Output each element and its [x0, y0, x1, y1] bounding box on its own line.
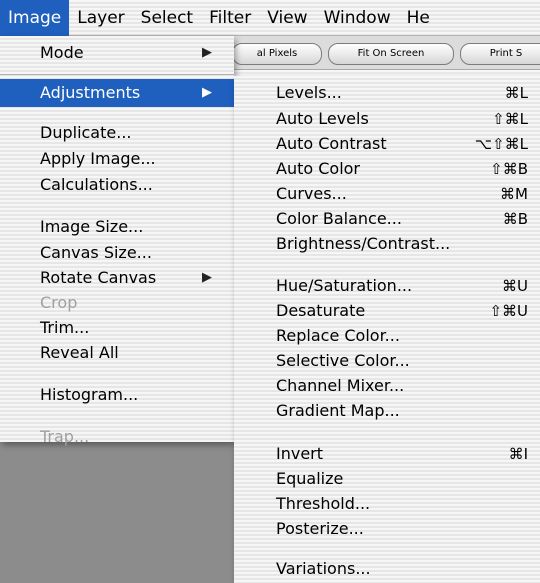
- menu-item-label: Auto Levels: [276, 109, 369, 128]
- menu-item-shortcut: ⌘I: [508, 445, 528, 463]
- menu-item-selective-color[interactable]: Selective Color...: [234, 348, 540, 374]
- menu-item-posterize[interactable]: Posterize...: [234, 516, 540, 542]
- menu-layer[interactable]: Layer: [69, 0, 132, 36]
- menu-help[interactable]: He: [399, 0, 438, 36]
- menu-item-auto-levels[interactable]: Auto Levels ⇧⌘L: [234, 106, 540, 132]
- menu-item-rotate-canvas[interactable]: Rotate Canvas ▶: [0, 265, 234, 291]
- menu-item-label: Auto Contrast: [276, 134, 387, 153]
- menu-item-shortcut: ⇧⌘B: [490, 160, 528, 178]
- menu-item-label: Trim...: [40, 318, 90, 337]
- menu-item-crop: Crop: [0, 290, 234, 316]
- menu-item-label: Calculations...: [40, 175, 153, 194]
- menu-item-image-size[interactable]: Image Size...: [0, 214, 234, 240]
- menu-item-gradient-map[interactable]: Gradient Map...: [234, 398, 540, 424]
- print-size-button[interactable]: Print S: [460, 43, 540, 65]
- menu-item-label: Rotate Canvas: [40, 268, 157, 287]
- menu-item-invert[interactable]: Invert ⌘I: [234, 441, 540, 467]
- menu-window[interactable]: Window: [316, 0, 399, 36]
- menu-item-curves[interactable]: Curves... ⌘M: [234, 181, 540, 207]
- menu-item-label: Replace Color...: [276, 326, 400, 345]
- menu-item-shortcut: ⌥⇧⌘L: [474, 135, 528, 153]
- submenu-arrow-icon: ▶: [202, 85, 212, 100]
- menu-item-histogram[interactable]: Histogram...: [0, 382, 234, 408]
- menu-item-label: Brightness/Contrast...: [276, 234, 451, 253]
- menu-item-label: Apply Image...: [40, 149, 156, 168]
- menu-item-trim[interactable]: Trim...: [0, 315, 234, 341]
- menu-item-label: Color Balance...: [276, 209, 402, 228]
- menu-item-label: Equalize: [276, 469, 344, 488]
- menu-item-shortcut: ⌘L: [504, 84, 528, 102]
- menu-item-apply-image[interactable]: Apply Image...: [0, 146, 234, 172]
- menu-select[interactable]: Select: [133, 0, 201, 36]
- actual-pixels-button[interactable]: al Pixels: [232, 43, 322, 65]
- menu-item-shortcut: ⌘B: [502, 210, 528, 228]
- menu-item-label: Curves...: [276, 184, 347, 203]
- menu-item-label: Variations...: [276, 559, 371, 578]
- menu-item-calculations[interactable]: Calculations...: [0, 172, 234, 198]
- menu-item-label: Reveal All: [40, 343, 119, 362]
- menu-item-reveal-all[interactable]: Reveal All: [0, 340, 234, 366]
- menu-item-hue-saturation[interactable]: Hue/Saturation... ⌘U: [234, 273, 540, 299]
- menu-item-label: Adjustments: [40, 83, 141, 102]
- menu-item-variations[interactable]: Variations...: [234, 556, 540, 582]
- fit-on-screen-button[interactable]: Fit On Screen: [328, 43, 454, 65]
- image-menu: Mode ▶ Adjustments ▶ Duplicate... Apply …: [0, 36, 234, 446]
- menu-filter[interactable]: Filter: [201, 0, 259, 36]
- menu-item-brightness-contrast[interactable]: Brightness/Contrast...: [234, 231, 540, 257]
- menu-item-label: Hue/Saturation...: [276, 276, 413, 295]
- submenu-arrow-icon: ▶: [202, 45, 212, 60]
- menu-item-label: Trap...: [40, 427, 90, 446]
- menu-item-threshold[interactable]: Threshold...: [234, 491, 540, 517]
- menu-item-levels[interactable]: Levels... ⌘L: [234, 80, 540, 106]
- menu-item-auto-contrast[interactable]: Auto Contrast ⌥⇧⌘L: [234, 131, 540, 157]
- menu-item-auto-color[interactable]: Auto Color ⇧⌘B: [234, 156, 540, 182]
- menu-item-label: Posterize...: [276, 519, 364, 538]
- menu-item-label: Gradient Map...: [276, 401, 400, 420]
- menu-item-label: Mode: [40, 43, 84, 62]
- menu-item-label: Duplicate...: [40, 123, 132, 142]
- menu-item-label: Levels...: [276, 83, 342, 102]
- menu-item-label: Auto Color: [276, 159, 361, 178]
- adjustments-submenu: Levels... ⌘L Auto Levels ⇧⌘L Auto Contra…: [234, 76, 540, 583]
- menu-item-channel-mixer[interactable]: Channel Mixer...: [234, 373, 540, 399]
- menu-image[interactable]: Image: [0, 0, 70, 36]
- menu-item-adjustments[interactable]: Adjustments ▶: [0, 79, 234, 107]
- menu-item-shortcut: ⌘U: [502, 277, 528, 295]
- menu-item-shortcut: ⇧⌘L: [492, 110, 528, 128]
- menu-item-label: Invert: [276, 444, 324, 463]
- menu-item-label: Histogram...: [40, 385, 139, 404]
- menu-item-shortcut: ⌘M: [500, 185, 528, 203]
- menu-item-desaturate[interactable]: Desaturate ⇧⌘U: [234, 298, 540, 324]
- menu-item-label: Crop: [40, 293, 78, 312]
- submenu-arrow-icon: ▶: [202, 270, 212, 285]
- menu-item-trap: Trap...: [0, 424, 234, 450]
- menu-separator: [0, 74, 234, 75]
- menu-view[interactable]: View: [259, 0, 315, 36]
- menu-item-shortcut: ⇧⌘U: [489, 302, 528, 320]
- menu-item-label: Canvas Size...: [40, 243, 152, 262]
- menu-item-duplicate[interactable]: Duplicate...: [0, 120, 234, 146]
- menu-item-replace-color[interactable]: Replace Color...: [234, 323, 540, 349]
- menu-item-label: Threshold...: [276, 494, 371, 513]
- menu-item-canvas-size[interactable]: Canvas Size...: [0, 240, 234, 266]
- menu-item-label: Channel Mixer...: [276, 376, 405, 395]
- menu-item-label: Desaturate: [276, 301, 366, 320]
- menu-item-mode[interactable]: Mode ▶: [0, 40, 234, 66]
- menu-item-equalize[interactable]: Equalize: [234, 466, 540, 492]
- menu-bar: Image Layer Select Filter View Window He: [0, 0, 540, 36]
- menu-item-color-balance[interactable]: Color Balance... ⌘B: [234, 206, 540, 232]
- menu-item-label: Selective Color...: [276, 351, 410, 370]
- menu-item-label: Image Size...: [40, 217, 144, 236]
